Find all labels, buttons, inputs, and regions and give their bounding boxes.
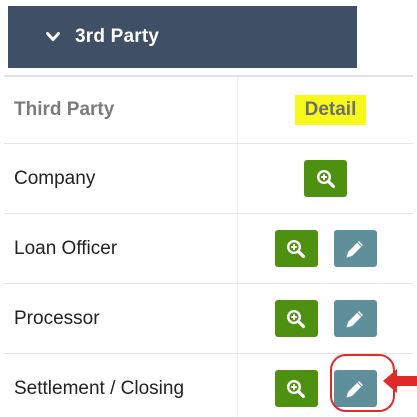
row-actions xyxy=(237,214,413,283)
row-label: Loan Officer xyxy=(14,237,118,259)
row-actions xyxy=(237,284,413,353)
zoom-icon xyxy=(316,169,335,188)
pencil-icon xyxy=(346,380,363,397)
row-label: Processor xyxy=(14,307,100,329)
table-row-loan-officer: Loan Officer xyxy=(4,213,413,283)
column-header-detail-cell: Detail xyxy=(237,77,413,143)
edit-button[interactable] xyxy=(333,370,377,407)
row-actions xyxy=(237,144,413,213)
section-title: 3rd Party xyxy=(75,26,160,47)
pencil-icon xyxy=(346,240,363,257)
view-detail-button[interactable] xyxy=(304,160,347,197)
section-header-3rd-party[interactable]: 3rd Party xyxy=(8,6,357,68)
edit-button[interactable] xyxy=(333,300,377,337)
column-header-third-party: Third Party xyxy=(14,99,115,120)
table-row-company: Company xyxy=(4,143,413,213)
pencil-icon xyxy=(346,310,363,327)
zoom-icon xyxy=(286,309,306,328)
row-actions xyxy=(237,354,413,417)
column-header-detail: Detail xyxy=(294,95,367,125)
view-detail-button[interactable] xyxy=(274,370,318,407)
view-detail-button[interactable] xyxy=(274,230,318,267)
view-detail-button[interactable] xyxy=(274,300,318,337)
third-party-table: Third Party Detail Company Loan Officer … xyxy=(4,75,413,417)
table-row-processor: Processor xyxy=(4,283,413,353)
zoom-icon xyxy=(286,379,306,398)
page: 3rd Party Third Party Detail Company Loa… xyxy=(0,0,417,417)
edit-button[interactable] xyxy=(333,230,377,267)
zoom-icon xyxy=(286,239,306,258)
row-label: Company xyxy=(14,167,96,189)
row-label: Settlement / Closing xyxy=(14,377,185,399)
chevron-down-icon xyxy=(45,29,61,45)
table-header-row: Third Party Detail xyxy=(4,75,413,143)
table-row-settlement-closing: Settlement / Closing xyxy=(4,353,413,417)
